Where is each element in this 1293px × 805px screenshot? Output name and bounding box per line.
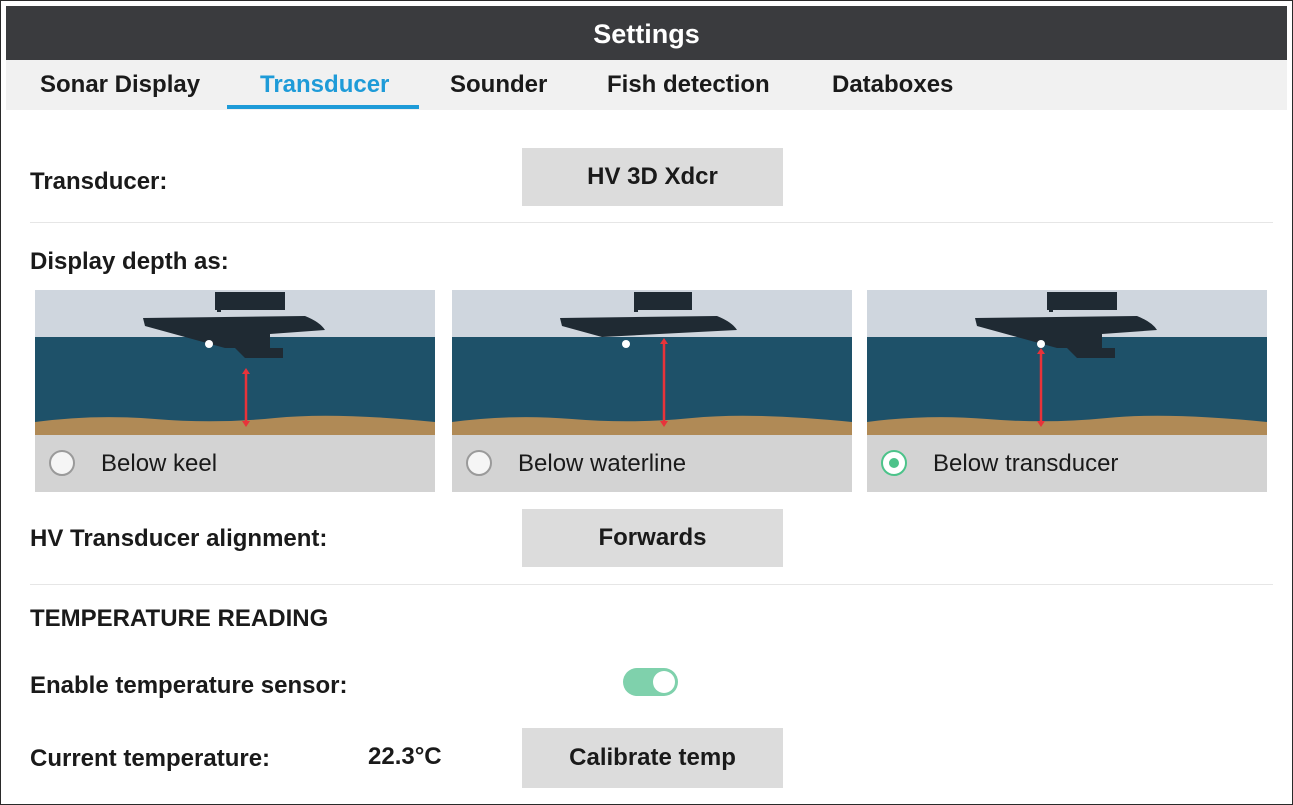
below-waterline-illustration	[452, 290, 852, 435]
toggle-knob	[653, 671, 675, 693]
alignment-select-button[interactable]: Forwards	[522, 509, 783, 567]
depth-option-row: Below keel	[35, 435, 435, 492]
display-depth-label: Display depth as:	[30, 248, 229, 275]
depth-option-row: Below waterline	[452, 435, 852, 492]
temperature-sensor-toggle[interactable]	[623, 668, 678, 696]
current-temperature-label: Current temperature:	[30, 745, 271, 772]
below-transducer-radio[interactable]	[881, 450, 907, 476]
below-transducer-label: Below transducer	[933, 450, 1119, 477]
alignment-label: HV Transducer alignment:	[30, 525, 328, 552]
tab-databoxes[interactable]: Databoxes	[832, 60, 953, 110]
tab-transducer[interactable]: Transducer	[260, 60, 389, 110]
depth-option-below-waterline[interactable]: Below waterline	[452, 290, 852, 492]
depth-option-below-keel[interactable]: Below keel	[35, 290, 435, 492]
calibrate-temp-button[interactable]: Calibrate temp	[522, 728, 783, 788]
divider	[30, 222, 1273, 223]
below-transducer-illustration	[867, 290, 1267, 435]
tab-sounder[interactable]: Sounder	[450, 60, 547, 110]
active-tab-indicator	[227, 105, 419, 109]
current-temperature-value: 22.3°C	[368, 743, 442, 770]
transducer-label: Transducer:	[30, 168, 168, 195]
below-waterline-radio[interactable]	[466, 450, 492, 476]
temperature-section-title: TEMPERATURE READING	[30, 605, 329, 632]
transducer-select-button[interactable]: HV 3D Xdcr	[522, 148, 783, 206]
tab-bar: Sonar Display Transducer Sounder Fish de…	[6, 60, 1287, 110]
below-keel-radio[interactable]	[49, 450, 75, 476]
below-waterline-label: Below waterline	[518, 450, 687, 477]
tab-fish-detection[interactable]: Fish detection	[607, 60, 770, 110]
depth-option-below-transducer[interactable]: Below transducer	[867, 290, 1267, 492]
enable-temperature-label: Enable temperature sensor:	[30, 672, 348, 699]
window-title: Settings	[6, 6, 1287, 60]
divider	[30, 584, 1273, 585]
tab-sonar-display[interactable]: Sonar Display	[40, 60, 200, 110]
below-keel-label: Below keel	[101, 450, 218, 477]
depth-option-row: Below transducer	[867, 435, 1267, 492]
below-keel-illustration	[35, 290, 435, 435]
